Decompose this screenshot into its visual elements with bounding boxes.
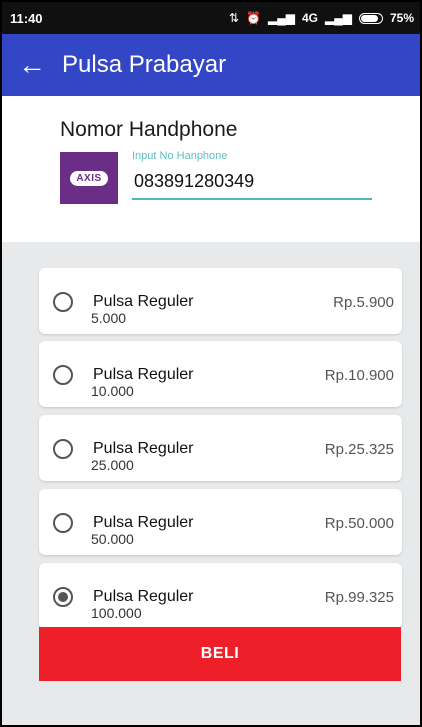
battery-icon — [358, 12, 383, 24]
product-nominal: 25.000 — [91, 457, 134, 473]
product-name: Pulsa Reguler — [93, 366, 194, 383]
page-title: Pulsa Prabayar — [62, 51, 227, 78]
status-icons: ⇅ ⏰ ▂▄▆ 4G ▂▄▆ 75% — [229, 11, 414, 25]
product-price: Rp.25.325 — [324, 441, 394, 458]
product-nominal: 100.000 — [91, 605, 142, 621]
product-name: Pulsa Reguler — [93, 440, 194, 457]
product-name: Pulsa Reguler — [93, 293, 194, 310]
phone-number-section: Nomor Handphone AXIS Input No Hanphone — [2, 96, 420, 242]
product-item[interactable]: Pulsa Reguler 50.000 Rp.50.000 — [39, 489, 402, 555]
signal-icon-2: ▂▄▆ — [325, 11, 352, 25]
product-price: Rp.99.325 — [324, 589, 394, 606]
phone-number-label: Nomor Handphone — [60, 118, 238, 141]
app-screen: 11:40 ⇅ ⏰ ▂▄▆ 4G ▂▄▆ 75% ← Pulsa Prabaya… — [0, 0, 422, 727]
operator-logo: AXIS — [60, 152, 118, 204]
battery-level: 75% — [389, 11, 414, 25]
radio-button[interactable] — [53, 292, 73, 312]
data-sync-icon: ⇅ — [229, 11, 240, 25]
radio-button[interactable] — [53, 365, 73, 385]
product-price: Rp.10.900 — [324, 367, 394, 384]
product-name: Pulsa Reguler — [93, 588, 194, 605]
product-nominal: 50.000 — [91, 531, 134, 547]
status-bar: 11:40 ⇅ ⏰ ▂▄▆ 4G ▂▄▆ 75% — [2, 2, 420, 34]
product-name: Pulsa Reguler — [93, 514, 194, 531]
phone-input-hint: Input No Hanphone — [132, 150, 228, 162]
radio-button[interactable] — [53, 513, 73, 533]
product-item[interactable]: Pulsa Reguler 10.000 Rp.10.900 — [39, 341, 402, 407]
alarm-icon: ⏰ — [246, 11, 262, 25]
product-price: Rp.50.000 — [324, 515, 394, 532]
back-arrow-icon[interactable]: ← — [6, 34, 58, 96]
product-item[interactable]: Pulsa Reguler 100.000 Rp.99.325 — [39, 563, 402, 629]
product-nominal: 5.000 — [91, 310, 127, 326]
product-item[interactable]: Pulsa Reguler 5.000 Rp.5.900 — [39, 268, 402, 334]
radio-button[interactable] — [53, 439, 73, 459]
product-price: Rp.5.900 — [333, 294, 394, 311]
buy-button[interactable]: BELI — [39, 627, 401, 681]
operator-logo-text: AXIS — [70, 170, 108, 186]
app-bar: ← Pulsa Prabayar — [2, 34, 420, 96]
signal-icon: ▂▄▆ — [268, 11, 295, 25]
network-type: 4G — [301, 11, 318, 25]
product-nominal: 10.000 — [91, 383, 134, 399]
product-item[interactable]: Pulsa Reguler 25.000 Rp.25.325 — [39, 415, 402, 481]
radio-button-selected[interactable] — [53, 587, 73, 607]
status-time: 11:40 — [10, 10, 43, 26]
phone-number-input[interactable] — [132, 166, 372, 200]
